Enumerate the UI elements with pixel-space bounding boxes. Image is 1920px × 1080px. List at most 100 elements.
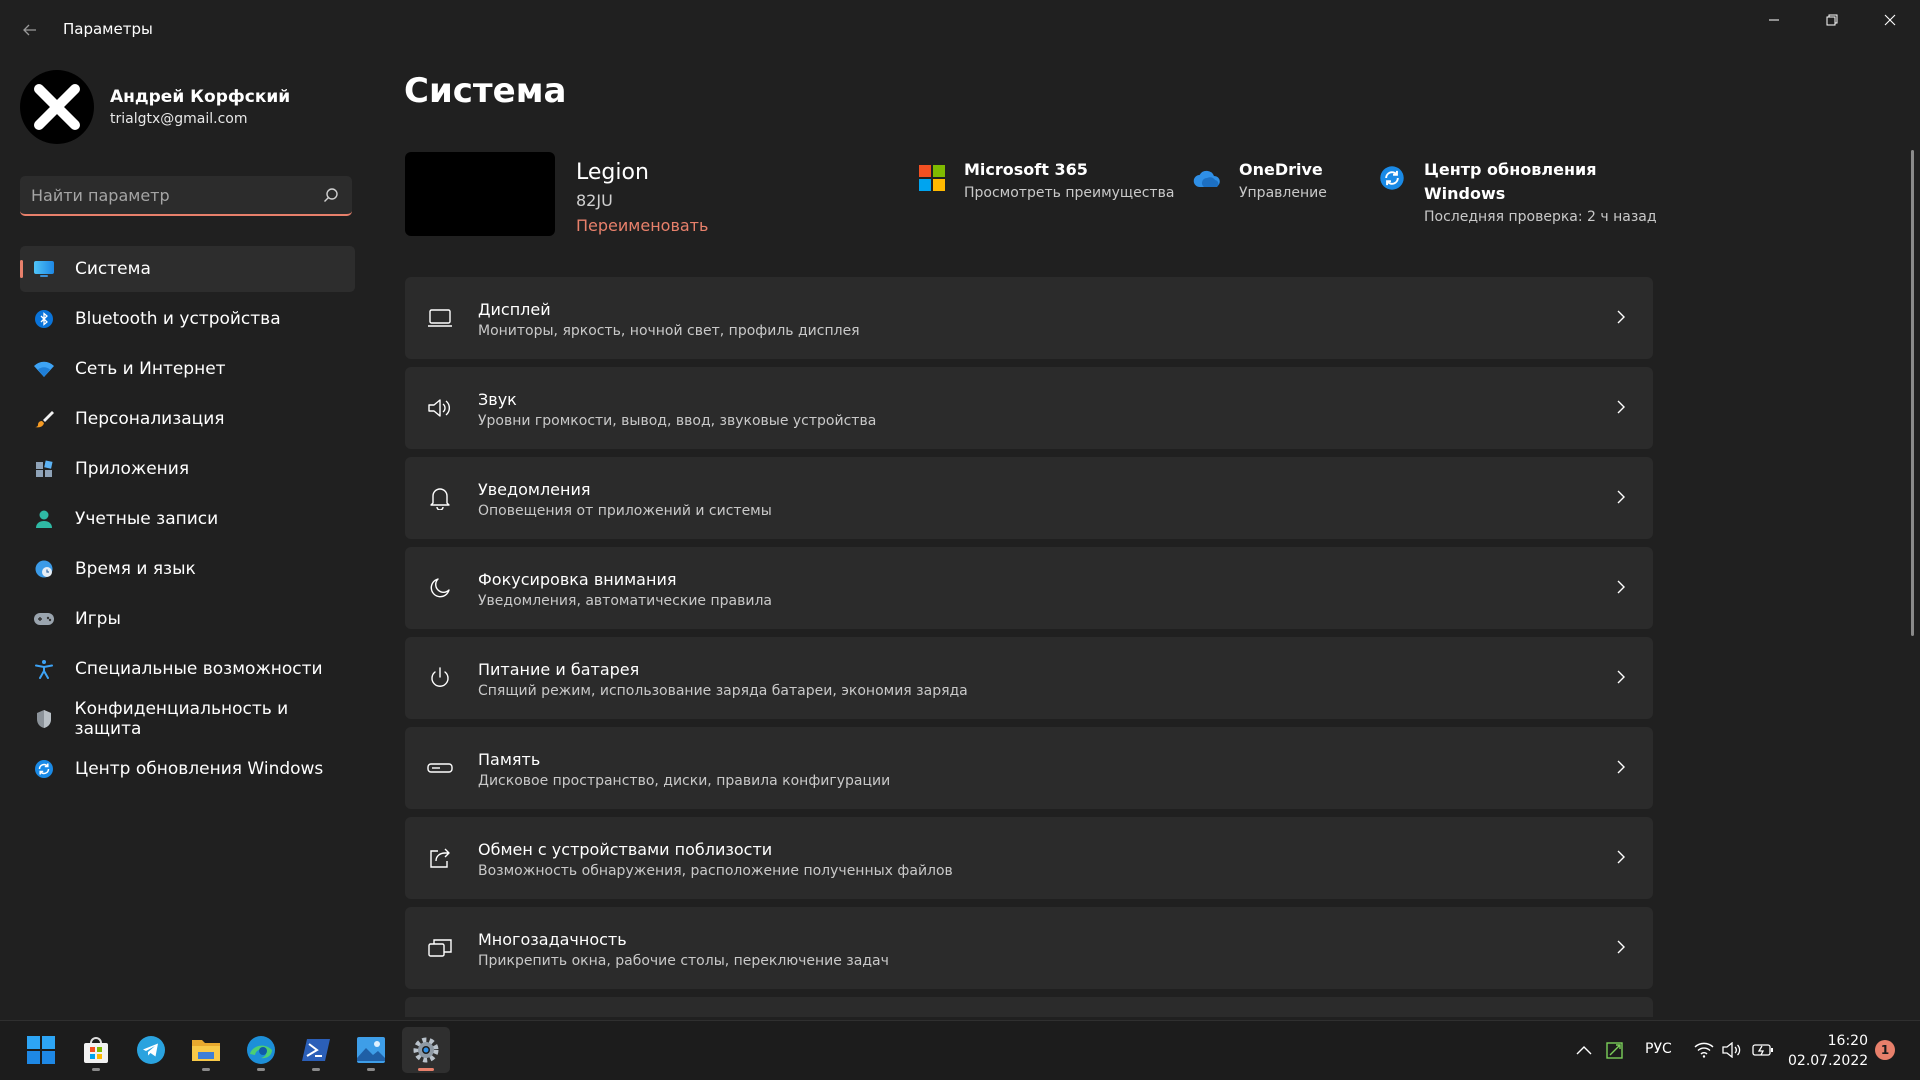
card-description: Оповещения от приложений и системы bbox=[478, 503, 772, 519]
start-button[interactable] bbox=[17, 1027, 65, 1073]
sidebar-item-gaming[interactable]: Игры bbox=[20, 596, 355, 642]
sidebar-item-accessibility[interactable]: Специальные возможности bbox=[20, 646, 355, 692]
minimize-icon bbox=[1769, 19, 1779, 21]
sidebar-item-label: Специальные возможности bbox=[75, 659, 323, 679]
card-title: Звук bbox=[478, 390, 517, 409]
sidebar-item-time-language[interactable]: Время и язык bbox=[20, 546, 355, 592]
device-wallpaper-thumbnail bbox=[405, 152, 555, 236]
volume-icon[interactable] bbox=[1721, 1039, 1743, 1061]
title-bar: Параметры bbox=[0, 0, 1920, 60]
telegram-app[interactable] bbox=[127, 1027, 175, 1073]
sidebar-item-system[interactable]: Система bbox=[20, 246, 355, 292]
sidebar-item-label: Персонализация bbox=[75, 409, 225, 429]
photos-icon bbox=[357, 1037, 385, 1063]
settings-app[interactable] bbox=[402, 1027, 450, 1073]
chevron-right-icon bbox=[1613, 487, 1629, 507]
powershell-app[interactable] bbox=[292, 1027, 340, 1073]
storage-icon bbox=[427, 755, 453, 781]
chevron-right-icon bbox=[1613, 667, 1629, 687]
card-focus-assist[interactable]: Фокусировка внимания Уведомления, автома… bbox=[405, 547, 1653, 629]
card-storage[interactable]: Память Дисковое пространство, диски, пра… bbox=[405, 727, 1653, 809]
card-title: Питание и батарея bbox=[478, 660, 640, 679]
close-icon bbox=[1884, 14, 1896, 26]
card-nearby-sharing[interactable]: Обмен с устройствами поблизости Возможно… bbox=[405, 817, 1653, 899]
wifi-icon bbox=[32, 357, 56, 381]
promo-onedrive[interactable]: OneDrive Управление bbox=[1193, 158, 1327, 201]
close-button[interactable] bbox=[1862, 0, 1918, 40]
sidebar-item-label: Bluetooth и устройства bbox=[75, 309, 281, 329]
card-description: Прикрепить окна, рабочие столы, переключ… bbox=[478, 953, 889, 969]
taskbar: РУС 16:20 02.07.2022 1 bbox=[0, 1020, 1920, 1080]
sidebar-item-windows-update[interactable]: Центр обновления Windows bbox=[20, 746, 355, 792]
user-email: trialgtx@gmail.com bbox=[110, 111, 248, 127]
chevron-right-icon bbox=[1613, 937, 1629, 957]
sidebar-item-label: Приложения bbox=[75, 459, 190, 479]
sidebar-item-bluetooth[interactable]: Bluetooth и устройства bbox=[20, 296, 355, 342]
promo-microsoft-365[interactable]: Microsoft 365 Просмотреть преимущества bbox=[918, 158, 1174, 201]
chevron-right-icon bbox=[1613, 307, 1629, 327]
running-indicator bbox=[202, 1068, 210, 1071]
promo-title: Microsoft 365 bbox=[964, 160, 1088, 179]
card-title: Многозадачность bbox=[478, 930, 627, 949]
restore-button[interactable] bbox=[1804, 0, 1860, 40]
store-app[interactable] bbox=[72, 1027, 120, 1073]
promo-subtitle: Последняя проверка: 2 ч назад bbox=[1424, 209, 1657, 225]
card-next-partial[interactable] bbox=[405, 997, 1653, 1017]
back-button[interactable] bbox=[18, 18, 42, 42]
display-icon bbox=[427, 305, 453, 331]
avatar[interactable] bbox=[20, 70, 94, 144]
photos-app[interactable] bbox=[347, 1027, 395, 1073]
running-indicator bbox=[367, 1068, 375, 1071]
telegram-icon bbox=[137, 1036, 165, 1064]
sidebar-item-label: Центр обновления Windows bbox=[75, 759, 324, 779]
brush-icon bbox=[32, 407, 56, 431]
promo-subtitle: Просмотреть преимущества bbox=[964, 185, 1175, 201]
language-indicator[interactable]: РУС bbox=[1645, 1041, 1672, 1057]
sidebar-item-accounts[interactable]: Учетные записи bbox=[20, 496, 355, 542]
sidebar-item-privacy[interactable]: Конфиденциальность и защита bbox=[20, 696, 355, 742]
card-sound[interactable]: Звук Уровни громкости, вывод, ввод, звук… bbox=[405, 367, 1653, 449]
chevron-right-icon bbox=[1613, 847, 1629, 867]
wifi-icon[interactable] bbox=[1693, 1039, 1715, 1061]
cloud-icon bbox=[1193, 164, 1221, 192]
chevron-up-icon[interactable] bbox=[1573, 1039, 1595, 1061]
clock[interactable]: 16:20 02.07.2022 bbox=[1788, 1031, 1868, 1071]
card-multitasking[interactable]: Многозадачность Прикрепить окна, рабочие… bbox=[405, 907, 1653, 989]
card-title: Уведомления bbox=[478, 480, 591, 499]
sidebar: Андрей Корфский trialgtx@gmail.com Систе… bbox=[0, 60, 370, 1020]
scrollbar-thumb[interactable] bbox=[1911, 150, 1914, 636]
card-power-battery[interactable]: Питание и батарея Спящий режим, использо… bbox=[405, 637, 1653, 719]
share-icon bbox=[427, 845, 453, 871]
running-indicator bbox=[257, 1068, 265, 1071]
rename-link[interactable]: Переименовать bbox=[576, 216, 708, 235]
running-indicator bbox=[418, 1068, 434, 1071]
device-name: Legion bbox=[576, 160, 649, 185]
shield-icon bbox=[32, 707, 56, 731]
tray-app-icon[interactable] bbox=[1604, 1039, 1626, 1061]
edge-app[interactable] bbox=[237, 1027, 285, 1073]
card-description: Уровни громкости, вывод, ввод, звуковые … bbox=[478, 413, 877, 429]
store-icon bbox=[84, 1037, 108, 1063]
explorer-app[interactable] bbox=[182, 1027, 230, 1073]
microsoft-logo-icon bbox=[918, 164, 946, 192]
bell-icon bbox=[427, 485, 453, 511]
card-description: Мониторы, яркость, ночной свет, профиль … bbox=[478, 323, 860, 339]
update-icon bbox=[1378, 164, 1406, 192]
card-display[interactable]: Дисплей Мониторы, яркость, ночной свет, … bbox=[405, 277, 1653, 359]
card-notifications[interactable]: Уведомления Оповещения от приложений и с… bbox=[405, 457, 1653, 539]
page-title: Система bbox=[404, 71, 567, 111]
card-title: Фокусировка внимания bbox=[478, 570, 677, 589]
search-icon[interactable] bbox=[322, 186, 340, 204]
minimize-button[interactable] bbox=[1746, 0, 1802, 40]
card-title: Обмен с устройствами поблизости bbox=[478, 840, 773, 859]
sidebar-item-network[interactable]: Сеть и Интернет bbox=[20, 346, 355, 392]
notification-badge[interactable]: 1 bbox=[1875, 1040, 1895, 1060]
sidebar-item-apps[interactable]: Приложения bbox=[20, 446, 355, 492]
promo-title: OneDrive bbox=[1239, 160, 1323, 179]
battery-charging-icon[interactable] bbox=[1752, 1039, 1774, 1061]
card-description: Дисковое пространство, диски, правила ко… bbox=[478, 773, 891, 789]
sidebar-item-label: Игры bbox=[75, 609, 121, 629]
promo-windows-update[interactable]: Центр обновления Windows Последняя прове… bbox=[1378, 158, 1657, 225]
search-input[interactable] bbox=[31, 176, 311, 214]
sidebar-item-personalization[interactable]: Персонализация bbox=[20, 396, 355, 442]
